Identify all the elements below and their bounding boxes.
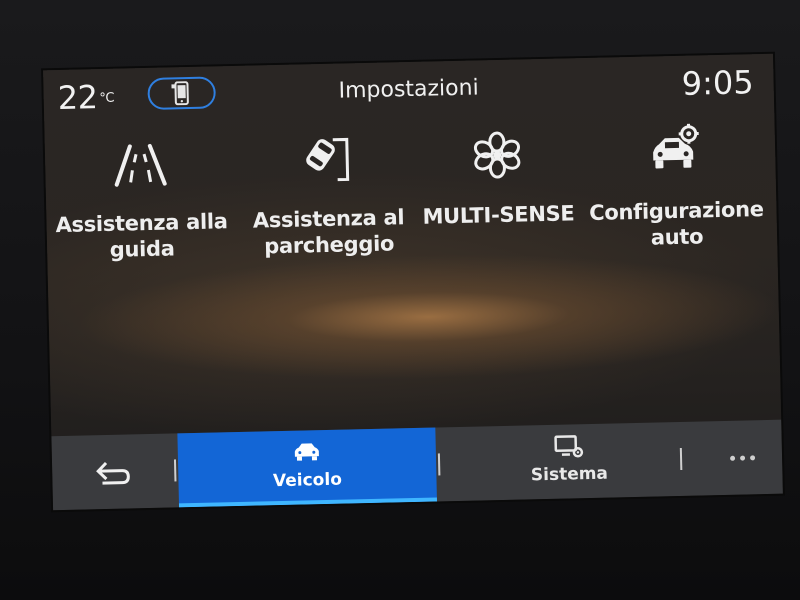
separator: [437, 453, 441, 476]
tile-label-line1: MULTI-SENSE: [422, 201, 575, 229]
tile-car-configuration[interactable]: Configurazione auto: [584, 114, 767, 268]
car-settings-icon: [653, 123, 699, 169]
car-icon: [294, 443, 319, 461]
tile-label-line1: Assistenza al: [252, 205, 405, 233]
tile-label-line1: Assistenza alla: [55, 209, 228, 238]
page-title: Impostazioni: [338, 75, 479, 104]
tile-label-line2: auto: [650, 224, 704, 250]
tile-parking-assistance[interactable]: Assistenza al parcheggio: [236, 122, 419, 276]
driving-assist-road-icon: [114, 143, 167, 187]
more-button[interactable]: [701, 420, 783, 496]
back-arrow-icon: [96, 461, 130, 485]
tile-label-line2: parcheggio: [263, 231, 395, 259]
tab-vehicle[interactable]: Veicolo: [177, 427, 437, 508]
more-dots-icon: [729, 454, 755, 461]
tab-label: Sistema: [530, 463, 609, 486]
tile-label-line1: Configurazione: [588, 197, 764, 225]
infotainment-screen: 22°C Impostazioni 9:05 Assistenza alla g…: [43, 53, 783, 511]
clock: 9:05: [681, 63, 754, 103]
tile-driving-assistance[interactable]: Assistenza alla guida: [49, 126, 232, 280]
tab-system[interactable]: Sistema: [443, 422, 695, 502]
tile-label-line2: guida: [109, 236, 175, 262]
system-monitor-gear-icon: [554, 435, 584, 458]
tile-label: Assistenza al parcheggio: [238, 204, 419, 260]
multi-sense-flower-icon: [473, 131, 521, 179]
tile-label: Configurazione auto: [586, 196, 767, 252]
parking-assist-icon: [306, 137, 350, 182]
tile-label: MULTI-SENSE: [408, 200, 589, 230]
tile-label: Assistenza alla guida: [51, 208, 232, 264]
tile-multi-sense[interactable]: MULTI-SENSE: [406, 118, 589, 272]
tab-label: Veicolo: [272, 469, 343, 492]
separator: [173, 459, 177, 482]
settings-tiles: Assistenza alla guida Assistenza al parc…: [44, 114, 777, 281]
back-button[interactable]: [51, 434, 173, 511]
